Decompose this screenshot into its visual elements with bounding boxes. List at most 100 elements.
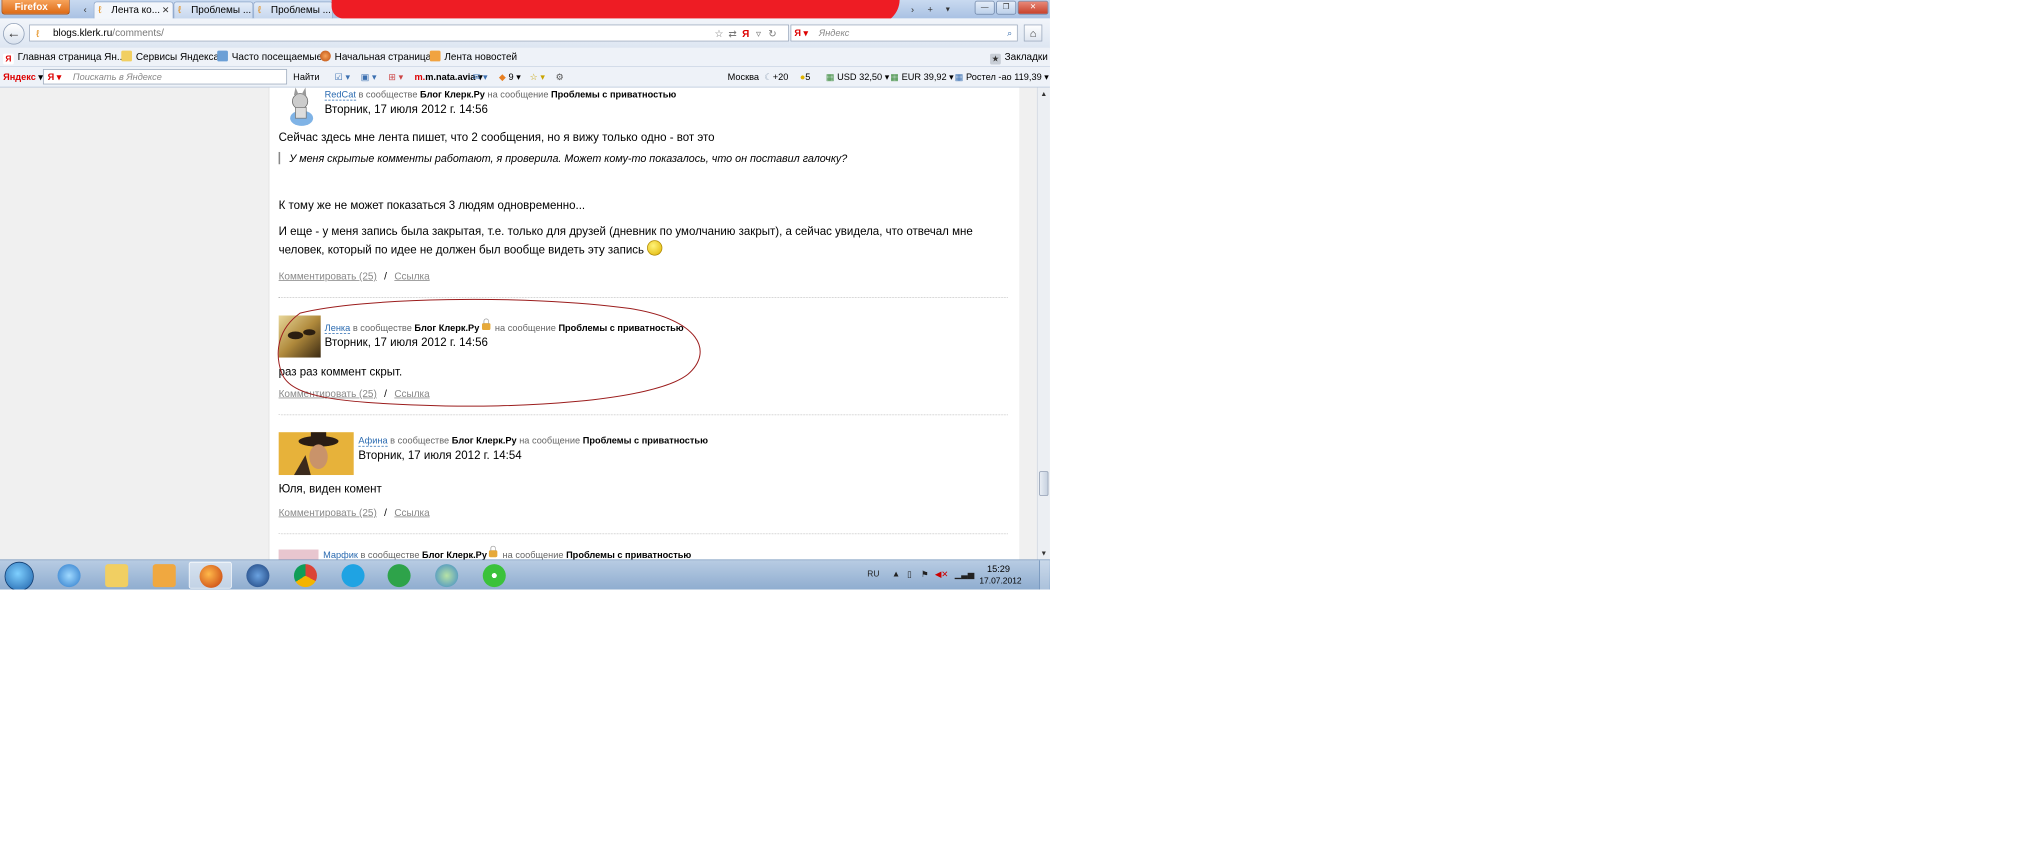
post-title-link[interactable]: Проблемы с приватностью — [551, 89, 676, 100]
meta-text: на сообщение — [502, 549, 564, 560]
bookmark-news-feed[interactable]: Лента новостей — [429, 48, 518, 66]
scroll-down-icon[interactable]: ▼ — [1038, 547, 1050, 559]
taskbar-messenger[interactable] — [425, 562, 468, 589]
bookmarks-menu[interactable]: ★ Закладки — [990, 48, 1048, 66]
mail-user-label: m.nata.avia — [425, 71, 476, 83]
marfik-avatar-icon[interactable] — [278, 549, 319, 560]
minimize-window-button[interactable]: — — [974, 0, 995, 15]
bookmark-yandex-home[interactable]: Я Главная страница Ян... — [3, 48, 125, 66]
yandex-find-button[interactable]: Найти — [293, 67, 319, 87]
bookmark-yandex-services[interactable]: Сервисы Яндекса — [121, 48, 219, 66]
post-title-link[interactable]: Проблемы с приватностью — [566, 550, 691, 560]
clock-date[interactable]: 17.07.2012 — [979, 576, 1021, 585]
screenshot-icon[interactable]: ▣ ▾ — [361, 67, 377, 87]
battery-icon[interactable]: ▯ — [907, 569, 912, 579]
community-link[interactable]: Блог Клерк.Ру — [422, 550, 487, 560]
network-signal-icon[interactable]: ▁▃▅ — [955, 569, 974, 579]
taskbar-mail-agent[interactable] — [378, 562, 421, 589]
taskbar-media-player[interactable] — [143, 562, 186, 589]
messenger-icon — [435, 564, 459, 588]
bookmark-most-visited[interactable]: Часто посещаемые — [217, 48, 322, 66]
url-field[interactable]: ℓ blogs.klerk.ru/comments/ ☆ ⇄ Я ▿ ↻ — [29, 24, 789, 42]
windows-start-button[interactable] — [4, 561, 34, 590]
tabs-scroll-left-icon[interactable]: ‹ — [78, 2, 92, 17]
yandex-logo-menu[interactable]: Яндекс ▾ — [3, 67, 43, 87]
author-link[interactable]: RedCat — [324, 89, 356, 101]
reload-icon[interactable]: ↻ — [768, 26, 776, 41]
page-right-margin — [1018, 87, 1037, 560]
eur-rate[interactable]: ▦ EUR 39,92 ▾ — [890, 67, 954, 87]
gear-icon[interactable]: ⚙ — [556, 67, 564, 87]
yandex-icon[interactable]: Я — [742, 26, 749, 41]
stock-quote[interactable]: ▦ Ростел -ао 119,39 ▾ — [955, 67, 1049, 87]
translate-icon[interactable]: ⊞ ▾ — [388, 67, 403, 87]
weather-widget[interactable]: ☾+20 — [764, 67, 788, 87]
author-link[interactable]: Афина — [358, 435, 388, 447]
weather-value: +20 — [772, 71, 789, 83]
translate-icon[interactable]: ⇄ — [728, 26, 736, 41]
community-link[interactable]: Блог Клерк.Ру — [420, 89, 485, 100]
page-scrollbar[interactable]: ▲ ▼ — [1036, 87, 1050, 560]
tab-lenta[interactable]: ℓ Лента ко... ✕ — [93, 1, 174, 20]
back-button[interactable]: ← — [3, 23, 25, 45]
search-field[interactable]: Я ▾ Яндекс ⌕ — [790, 24, 1018, 42]
taskbar-internet-explorer[interactable] — [48, 562, 91, 589]
taskbar-chrome[interactable] — [284, 562, 327, 589]
mail-icon[interactable]: ✉ ▾ — [473, 67, 488, 87]
comment-reply-link[interactable]: Комментировать (25) — [279, 270, 377, 282]
search-icon[interactable]: ⌕ — [1007, 25, 1012, 40]
community-link[interactable]: Блог Клерк.Ру — [452, 435, 517, 446]
language-indicator[interactable]: RU — [867, 569, 879, 578]
skype-icon — [341, 564, 365, 588]
bookmark-label: Лента новостей — [444, 50, 518, 63]
home-icon: ⌂ — [1029, 26, 1037, 40]
home-button[interactable]: ⌂ — [1023, 24, 1043, 42]
favorites-star-icon[interactable]: ☆ ▾ — [530, 67, 545, 87]
tab-problemy-1[interactable]: ℓ Проблемы ... — [173, 1, 254, 19]
taskbar-icq[interactable] — [473, 562, 516, 589]
mail-agent-icon — [387, 564, 411, 588]
close-window-button[interactable]: ✕ — [1017, 0, 1049, 15]
comment-reply-link[interactable]: Комментировать (25) — [279, 507, 377, 519]
tabs-list-icon[interactable]: ▼ — [941, 2, 955, 17]
show-desktop-button[interactable] — [1039, 560, 1050, 590]
arrow-left-icon: ← — [6, 25, 21, 41]
traffic-value: 5 — [805, 71, 811, 83]
post-title-link[interactable]: Проблемы с приватностью — [583, 435, 708, 446]
show-hidden-icons-icon[interactable]: ▲ — [892, 569, 900, 578]
tab-problemy-2[interactable]: ℓ Проблемы ... — [253, 1, 334, 19]
taskbar-google-earth[interactable] — [236, 562, 279, 589]
scroll-up-icon[interactable]: ▲ — [1038, 87, 1050, 99]
firefox-menu-label: Firefox — [14, 0, 48, 13]
firefox-menu-button[interactable]: Firefox ▼ — [1, 0, 70, 15]
bookmarks-menu-label: Закладки — [1004, 50, 1048, 63]
clock-time[interactable]: 15:29 — [987, 563, 1010, 574]
notifications-counter[interactable]: ◆ 9 ▾ — [499, 67, 521, 87]
comment-text-line: человек, который по идее не должен был в… — [278, 243, 645, 257]
cat-avatar-icon[interactable] — [285, 87, 316, 127]
permalink-link[interactable]: Ссылка — [394, 270, 429, 282]
star-bookmark-icon[interactable]: ☆ — [715, 26, 724, 41]
stock-value: Ростел -ао 119,39 — [966, 71, 1042, 83]
traffic-widget[interactable]: ●5 — [800, 67, 811, 87]
close-tab-icon[interactable]: ✕ — [162, 2, 170, 17]
taskbar-firefox[interactable] — [188, 561, 232, 589]
afina-avatar-icon[interactable] — [278, 432, 354, 476]
usd-rate[interactable]: ▦ USD 32,50 ▾ — [826, 67, 890, 87]
yandex-search-input[interactable]: Я ▾ Поискать в Яндексе — [42, 69, 288, 85]
author-link[interactable]: Марфик — [323, 549, 358, 560]
new-tab-icon[interactable]: + — [923, 2, 937, 17]
permalink-link[interactable]: Ссылка — [394, 507, 429, 519]
dropdown-arrow-icon[interactable]: ▿ — [756, 26, 761, 41]
volume-muted-icon[interactable]: ◀✕ — [935, 569, 949, 579]
flag-icon[interactable]: ⚑ — [921, 569, 929, 579]
taskbar-skype[interactable] — [332, 562, 375, 589]
maximize-window-button[interactable]: ❐ — [996, 0, 1017, 15]
bookmark-start-page[interactable]: Начальная страница — [320, 48, 431, 66]
taskbar-explorer[interactable] — [95, 562, 138, 589]
weather-city[interactable]: Москва — [728, 67, 759, 87]
scrollbar-thumb[interactable] — [1039, 471, 1049, 496]
tabs-scroll-right-icon[interactable]: › — [906, 2, 920, 17]
bookmark-label: Сервисы Яндекса — [135, 50, 220, 63]
checkmark-icon[interactable]: ☑ ▾ — [335, 67, 350, 87]
